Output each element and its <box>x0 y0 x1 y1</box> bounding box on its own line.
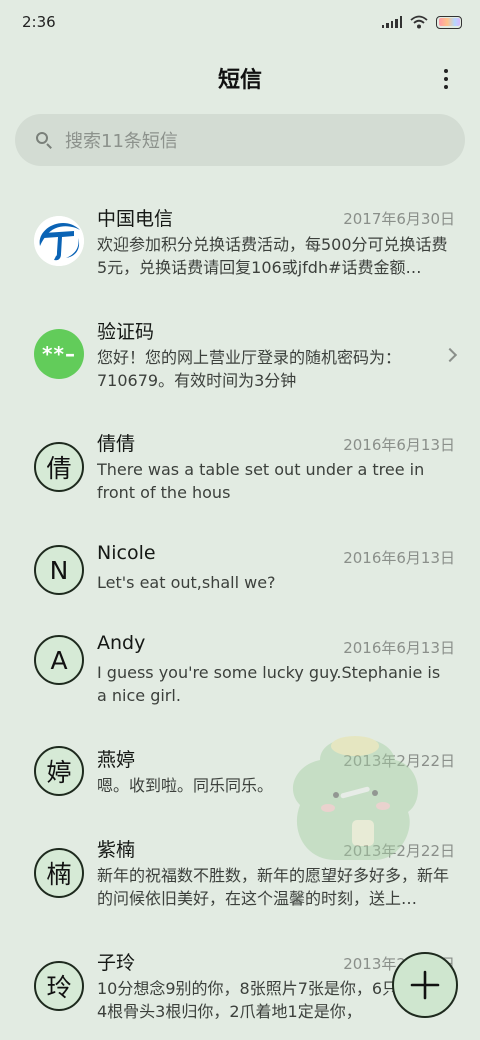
conversation-name: Andy <box>97 632 146 654</box>
wifi-icon <box>410 15 428 29</box>
conversation-preview: 欢迎参加积分兑换话费活动，每500分可兑换话费5元，兑换话费请回复106或jfd… <box>97 235 448 277</box>
conversation-name: 燕婷 <box>97 749 136 771</box>
conversation-name: 子玲 <box>97 952 136 974</box>
conversation-preview: 您好！您的网上营业厅登录的随机密码为：710679。有效时间为3分钟 <box>97 348 402 390</box>
avatar: 婷 <box>34 746 84 796</box>
avatar: 倩 <box>34 442 84 492</box>
conversation-name: 验证码 <box>97 321 155 343</box>
conversation-item[interactable]: 倩 倩倩 2016年6月13日 There was a table set ou… <box>0 414 480 527</box>
conversation-preview: Let's eat out,shall we? <box>97 573 276 592</box>
avatar: A <box>34 635 84 685</box>
new-message-button[interactable] <box>392 952 458 1018</box>
conversation-preview: I guess you're some lucky guy.Stephanie … <box>97 663 441 705</box>
plus-icon <box>410 970 440 1000</box>
status-bar: 2:36 <box>0 0 480 44</box>
conversation-name: 紫楠 <box>97 839 136 861</box>
conversation-item[interactable]: 中国电信 2017年6月30日 欢迎参加积分兑换话费活动，每500分可兑换话费5… <box>0 190 480 302</box>
verification-code-avatar: **– <box>34 329 84 379</box>
conversation-preview: 新年的祝福数不胜数，新年的愿望好多好多，新年的问候依旧美好，在这个温馨的时刻，送… <box>97 866 450 908</box>
page-title: 短信 <box>217 68 262 93</box>
conversation-item[interactable]: N Nicole 2016年6月13日 Let's eat out,shall … <box>0 527 480 617</box>
conversation-name: Nicole <box>97 542 156 564</box>
avatar: N <box>34 545 84 595</box>
conversation-date: 2016年6月13日 <box>343 549 455 567</box>
chevron-right-icon[interactable] <box>442 347 458 363</box>
status-icons <box>381 15 462 29</box>
avatar: 楠 <box>34 848 84 898</box>
more-vertical-icon[interactable] <box>434 66 458 92</box>
china-telecom-logo <box>34 216 84 266</box>
signal-icon <box>381 16 402 28</box>
search-input[interactable]: 搜索11条短信 <box>15 114 465 166</box>
conversation-date: 2017年6月30日 <box>343 210 455 228</box>
conversation-name: 中国电信 <box>97 208 174 230</box>
conversation-date: 2016年6月13日 <box>343 436 455 454</box>
conversation-item[interactable]: **– 验证码 您好！您的网上营业厅登录的随机密码为：710679。有效时间为3… <box>0 302 480 414</box>
status-time: 2:36 <box>22 13 56 31</box>
search-icon <box>35 131 53 149</box>
header: 短信 <box>0 52 480 104</box>
dinosaur-sticker-icon <box>292 736 418 860</box>
conversation-item[interactable]: A Andy 2016年6月13日 I guess you're some lu… <box>0 617 480 730</box>
conversation-preview: There was a table set out under a tree i… <box>97 460 425 502</box>
battery-icon <box>436 15 462 29</box>
avatar: 玲 <box>34 961 84 1011</box>
conversation-date: 2016年6月13日 <box>343 639 455 657</box>
search-placeholder: 搜索11条短信 <box>65 131 178 152</box>
conversation-name: 倩倩 <box>97 433 136 455</box>
